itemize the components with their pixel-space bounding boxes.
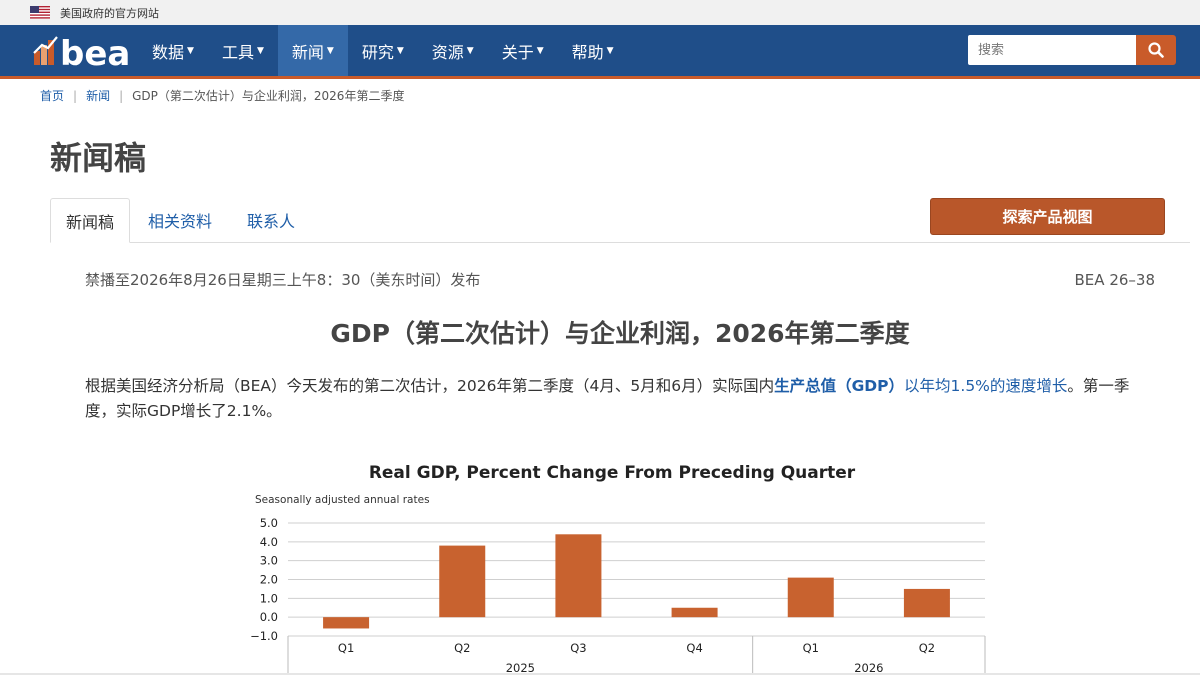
nav-item-tools[interactable]: 工具 ▼: [208, 25, 278, 76]
caret-down-icon: ▼: [256, 45, 264, 56]
nav-item-about[interactable]: 关于 ▼: [488, 25, 558, 76]
nav-item-news[interactable]: 新闻 ▼: [277, 25, 348, 76]
y-tick-label: 2.0: [260, 573, 278, 587]
gdp-link[interactable]: 生产总值（GDP）以年均1.5%的速度增长: [774, 377, 1067, 395]
nav-item-data[interactable]: 数据 ▼: [138, 25, 208, 76]
caret-down-icon: ▼: [326, 45, 334, 56]
chart-bar: [787, 577, 834, 618]
chart-title: Real GDP, Percent Change From Preceding …: [369, 463, 856, 483]
tab-related-materials[interactable]: 相关资料: [133, 198, 227, 242]
tab-news-release[interactable]: 新闻稿: [50, 198, 130, 243]
y-tick-label: 3.0: [260, 554, 278, 568]
explore-product-view-button[interactable]: 探索产品视图: [930, 198, 1165, 235]
magnifier-icon: [1148, 42, 1164, 58]
breadcrumb-separator: |: [73, 88, 78, 103]
caret-down-icon: ▼: [606, 45, 614, 56]
gov-banner-text: 美国政府的官方网站: [60, 6, 159, 20]
search-input[interactable]: [968, 35, 1136, 65]
breadcrumb: 首页 | 新闻 | GDP（第二次估计）与企业利润，2026年第二季度: [40, 87, 404, 104]
breadcrumb-separator: |: [119, 88, 124, 103]
us-flag-icon: [30, 6, 50, 19]
nav-menu: 数据 ▼ 工具 ▼ 新闻 ▼ 研究 ▼ 资源 ▼ 关于 ▼ 帮助 ▼: [138, 25, 628, 76]
chart-bar: [439, 545, 486, 618]
page-title: 新闻稿: [50, 139, 147, 177]
x-tick-label: Q4: [686, 641, 702, 655]
nav-item-help[interactable]: 帮助 ▼: [558, 25, 628, 76]
x-tick-label: Q2: [919, 641, 935, 655]
gov-banner: 美国政府的官方网站: [0, 0, 1200, 25]
logo-text: bea: [60, 34, 130, 71]
logo-mark-icon: [33, 36, 58, 65]
tab-contacts[interactable]: 联系人: [232, 198, 310, 242]
caret-down-icon: ▼: [536, 45, 544, 56]
search-button[interactable]: [1136, 35, 1176, 65]
x-group-label: 2025: [506, 661, 535, 673]
y-tick-label: 5.0: [260, 516, 278, 530]
breadcrumb-news[interactable]: 新闻: [86, 87, 110, 104]
x-tick-label: Q1: [338, 641, 354, 655]
chart-bar: [671, 607, 718, 618]
caret-down-icon: ▼: [187, 45, 194, 56]
breadcrumb-current: GDP（第二次估计）与企业利润，2026年第二季度: [132, 89, 405, 103]
chart-bar: [555, 534, 602, 618]
chart-subtitle: Seasonally adjusted annual rates: [255, 494, 430, 506]
x-group-label: 2026: [854, 661, 883, 673]
release-summary: 根据美国经济分析局（BEA）今天发布的第二次估计，2026年第二季度（4月、5月…: [85, 377, 1130, 420]
main-navbar: bea 数据 ▼ 工具 ▼ 新闻 ▼ 研究 ▼ 资源 ▼ 关于 ▼ 帮助 ▼: [0, 25, 1200, 79]
y-tick-label: −1.0: [250, 629, 278, 643]
nav-item-resources[interactable]: 资源 ▼: [418, 25, 488, 76]
bea-logo[interactable]: bea: [32, 31, 136, 71]
y-tick-label: 0.0: [260, 610, 278, 624]
gdp-bar-chart: Real GDP, Percent Change From Preceding …: [250, 463, 986, 673]
release-title: GDP（第二次估计）与企业利润，2026年第二季度: [330, 319, 910, 348]
breadcrumb-home[interactable]: 首页: [40, 87, 64, 104]
chart-bar: [323, 617, 370, 629]
caret-down-icon: ▼: [396, 45, 404, 56]
release-number: BEA 26–38: [1074, 271, 1155, 289]
caret-down-icon: ▼: [466, 45, 474, 56]
chart-bar: [903, 588, 950, 618]
y-tick-label: 1.0: [260, 591, 278, 605]
x-tick-label: Q3: [570, 641, 586, 655]
x-tick-label: Q1: [803, 641, 819, 655]
y-tick-label: 4.0: [260, 535, 278, 549]
nav-item-research[interactable]: 研究 ▼: [348, 25, 418, 76]
x-tick-label: Q2: [454, 641, 470, 655]
embargo-notice: 禁播至2026年8月26日星期三上午8：30（美东时间）发布: [85, 271, 481, 289]
